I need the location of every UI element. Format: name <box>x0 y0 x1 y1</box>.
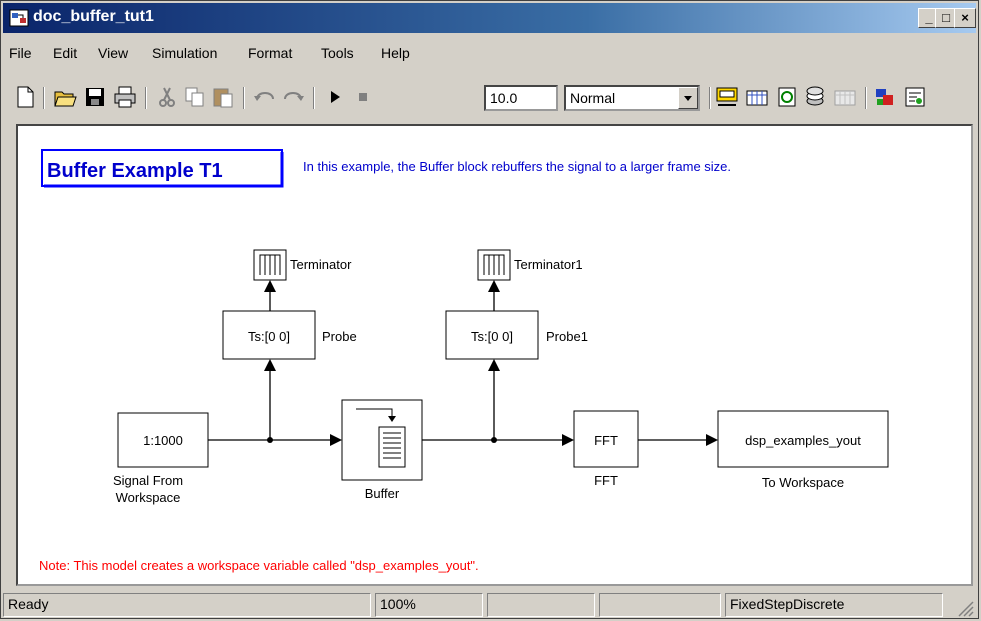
close-button[interactable]: × <box>954 8 976 28</box>
status-zoom: 100% <box>375 593 483 617</box>
source-text: 1:1000 <box>143 433 183 448</box>
simulink-app-icon <box>9 9 29 27</box>
to-workspace-block[interactable]: dsp_examples_yout <box>717 410 889 468</box>
library-icon[interactable] <box>745 85 769 109</box>
menu-view[interactable]: View <box>98 45 128 61</box>
open-icon[interactable] <box>53 85 77 109</box>
block-diagram: Buffer Example T1 In this example, the B… <box>39 149 889 573</box>
maximize-icon: □ <box>942 10 950 25</box>
model-title-text: Buffer Example T1 <box>47 160 223 182</box>
terminator-block[interactable] <box>253 249 287 281</box>
probe1-block[interactable]: Ts:[0 0] <box>445 310 539 360</box>
minimize-icon: _ <box>925 10 933 25</box>
toolbar-separator <box>43 87 45 109</box>
terminator1-block[interactable] <box>477 249 511 281</box>
stop-icon[interactable] <box>351 85 375 109</box>
menu-help[interactable]: Help <box>381 45 410 61</box>
model-explorer-icon[interactable] <box>873 85 897 109</box>
new-icon[interactable] <box>13 85 37 109</box>
diagnostics-icon[interactable] <box>903 85 927 109</box>
menu-file[interactable]: File <box>9 45 32 61</box>
title-bar[interactable]: doc_buffer_tut1 _ □ × <box>3 3 976 33</box>
toolbar-separator <box>865 87 867 109</box>
redo-icon[interactable] <box>281 85 305 109</box>
toolbar-separator <box>243 87 245 109</box>
cut-icon[interactable] <box>155 85 179 109</box>
stop-time-input[interactable]: 10.0 <box>484 85 558 111</box>
play-icon[interactable] <box>323 85 347 109</box>
source-label-line1: Signal From <box>113 473 183 488</box>
fft-text: FFT <box>594 433 618 448</box>
source-label-line2: Workspace <box>116 490 181 505</box>
terminator-label: Terminator <box>290 257 352 272</box>
simulink-window: doc_buffer_tut1 _ □ × File Edit View Sim… <box>0 0 979 619</box>
build-icon[interactable] <box>715 85 739 109</box>
profile-icon[interactable] <box>833 85 857 109</box>
menu-edit[interactable]: Edit <box>53 45 77 61</box>
probe1-text: Ts:[0 0] <box>471 329 513 344</box>
resize-grip-icon[interactable] <box>956 599 974 617</box>
model-description: In this example, the Buffer block rebuff… <box>303 159 731 174</box>
probe1-label: Probe1 <box>546 329 588 344</box>
debug-icon[interactable] <box>803 85 827 109</box>
paste-icon[interactable] <box>211 85 235 109</box>
workspace-label: To Workspace <box>762 475 844 490</box>
fft-block[interactable]: FFT <box>573 410 639 468</box>
branch-point <box>267 437 273 443</box>
probe-text: Ts:[0 0] <box>248 329 290 344</box>
toolbar-separator <box>709 87 711 109</box>
status-bar: Ready 100% FixedStepDiscrete <box>1 591 980 620</box>
copy-icon[interactable] <box>183 85 207 109</box>
save-icon[interactable] <box>83 85 107 109</box>
probe-label: Probe <box>322 329 357 344</box>
refresh-icon[interactable] <box>775 85 799 109</box>
branch-point <box>491 437 497 443</box>
terminator1-label: Terminator1 <box>514 257 583 272</box>
undo-icon[interactable] <box>253 85 277 109</box>
buffer-label: Buffer <box>365 486 400 501</box>
signal-lines <box>208 280 718 446</box>
menu-tools[interactable]: Tools <box>321 45 354 61</box>
toolbar-separator <box>145 87 147 109</box>
workspace-text: dsp_examples_yout <box>745 433 861 448</box>
status-cell-4 <box>599 593 721 617</box>
model-canvas[interactable]: Buffer Example T1 In this example, the B… <box>16 124 973 586</box>
fft-label: FFT <box>594 473 618 488</box>
chevron-down-icon[interactable] <box>678 87 698 109</box>
menu-simulation[interactable]: Simulation <box>152 45 217 61</box>
probe-block[interactable]: Ts:[0 0] <box>222 310 316 360</box>
close-icon: × <box>961 10 969 25</box>
menu-format[interactable]: Format <box>248 45 292 61</box>
status-ready: Ready <box>3 593 371 617</box>
status-cell-3 <box>487 593 595 617</box>
status-solver: FixedStepDiscrete <box>725 593 943 617</box>
window-title: doc_buffer_tut1 <box>33 8 154 25</box>
buffer-block[interactable] <box>341 399 423 481</box>
simulation-mode-select[interactable]: Normal <box>564 85 700 111</box>
print-icon[interactable] <box>113 85 137 109</box>
signal-from-workspace-block[interactable]: 1:1000 <box>117 412 209 468</box>
model-title[interactable]: Buffer Example T1 <box>41 149 284 188</box>
toolbar-separator <box>313 87 315 109</box>
menu-bar: File Edit View Simulation Format Tools H… <box>3 41 976 69</box>
simulation-mode-value: Normal <box>570 90 616 106</box>
model-note: Note: This model creates a workspace var… <box>39 558 479 573</box>
